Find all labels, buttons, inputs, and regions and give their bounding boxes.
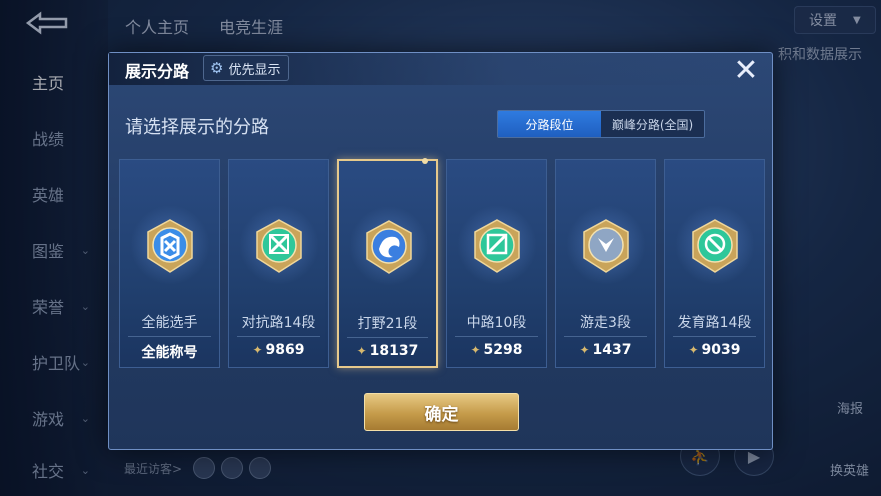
lane-score: ✦ 5298 <box>447 342 546 358</box>
selected-marker <box>422 158 428 164</box>
lane-score-value: 9039 <box>701 342 741 358</box>
lane-score-value: 18137 <box>369 343 419 359</box>
lane-name: 发育路14段 <box>677 315 752 331</box>
divider <box>564 336 647 337</box>
lane-card[interactable]: 中路10段 ✦ 5298 <box>446 159 547 368</box>
lane-score: ✦ 9039 <box>665 342 764 358</box>
close-icon[interactable]: ✕ <box>729 53 763 88</box>
divider <box>455 336 538 337</box>
divider <box>347 337 428 338</box>
lane-score: ✦ 18137 <box>339 343 436 359</box>
divider <box>673 336 756 337</box>
lane-name: 对抗路14段 <box>241 315 316 331</box>
lane-name: 中路10段 <box>466 315 527 331</box>
points-icon: ✦ <box>470 343 481 357</box>
lane-score: ✦ 9869 <box>229 342 328 358</box>
lane-card[interactable]: 对抗路14段 ✦ 9869 <box>228 159 329 368</box>
lane-card[interactable]: 发育路14段 ✦ 9039 <box>664 159 765 368</box>
gear-icon: ⚙ <box>210 59 224 77</box>
lane-name: 游走3段 <box>580 315 631 331</box>
points-icon: ✦ <box>356 344 367 358</box>
lane-name: 打野21段 <box>357 316 418 332</box>
lane-score-value: 5298 <box>483 342 523 358</box>
lane-card[interactable]: 游走3段 ✦ 1437 <box>555 159 656 368</box>
lane-card[interactable]: 打野21段 ✦ 18137 <box>337 158 438 368</box>
lane-score-value: 9869 <box>265 342 305 358</box>
lane-score-value: 1437 <box>592 342 632 358</box>
priority-display-label: 优先显示 <box>228 62 281 78</box>
points-icon: ✦ <box>688 343 699 357</box>
divider <box>237 336 320 337</box>
dialog-subtitle: 请选择展示的分路 <box>125 117 269 138</box>
lane-score: 全能称号 <box>120 342 219 362</box>
priority-display-button[interactable]: ⚙ 优先显示 <box>203 55 290 81</box>
tab-peak-lane-national[interactable]: 巅峰分路(全国) <box>601 111 704 137</box>
dialog-title: 展示分路 <box>125 62 190 81</box>
points-icon: ✦ <box>252 343 263 357</box>
ranking-type-toggle: 分路段位 巅峰分路(全国) <box>497 110 705 138</box>
lane-score: ✦ 1437 <box>556 342 655 358</box>
lane-card-list: 全能选手 全能称号 对抗路14段 ✦ 9869 打野21段 ✦ 18137 中路10段 ✦ 5298… <box>119 158 765 368</box>
divider <box>128 336 211 337</box>
lane-card[interactable]: 全能选手 全能称号 <box>119 159 220 368</box>
tab-lane-rank[interactable]: 分路段位 <box>498 111 601 137</box>
points-icon: ✦ <box>579 343 590 357</box>
lane-score-value: 全能称号 <box>141 345 198 361</box>
confirm-button[interactable]: 确定 <box>364 393 519 431</box>
lane-display-dialog: 展示分路 ⚙ 优先显示 ✕ 请选择展示的分路 分路段位 巅峰分路(全国) 全能选… <box>108 52 773 450</box>
lane-name: 全能选手 <box>141 315 198 331</box>
